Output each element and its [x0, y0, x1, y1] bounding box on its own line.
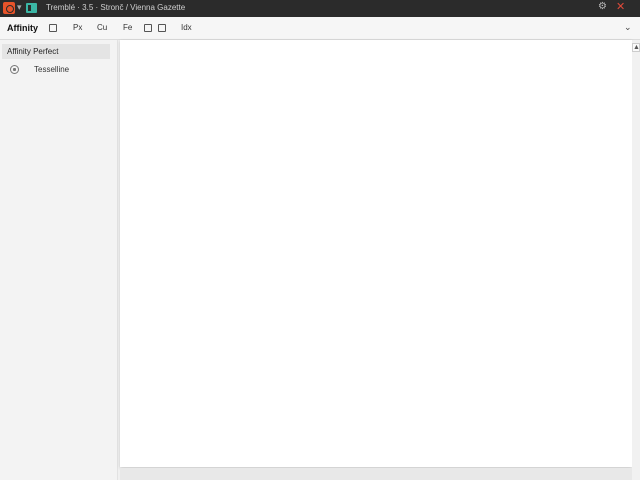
dropdown-arrow-icon[interactable]: ▾ [17, 2, 22, 13]
vertical-scrollbar[interactable]: ▲ [632, 40, 640, 480]
document-icon[interactable] [49, 24, 57, 32]
toolbar-item-idx[interactable]: Idx [181, 23, 192, 32]
status-strip [120, 468, 632, 480]
document-canvas[interactable] [120, 40, 632, 467]
document-icon [10, 65, 19, 74]
app-brand[interactable]: Affinity [7, 23, 38, 33]
toolbar-item-fe[interactable]: Fe [123, 23, 132, 32]
sidebar-header: Affinity Perfect [2, 44, 110, 59]
affinity-logo-icon[interactable] [3, 2, 15, 14]
chevron-down-icon[interactable]: ⌄ [624, 22, 632, 33]
copy-icon[interactable] [158, 24, 166, 32]
close-icon[interactable]: ✕ [616, 0, 625, 13]
studio-icon[interactable] [26, 3, 37, 13]
sidebar-item-tesselline[interactable]: Tesselline [0, 62, 116, 78]
toolbar: Affinity Px Cu Fe Idx ⌄ [0, 17, 640, 40]
frame-icon[interactable] [144, 24, 152, 32]
window-title: Tremblé · 3.5 · Stronč / Vienna Gazette [46, 3, 186, 12]
toolbar-item-cu[interactable]: Cu [97, 23, 107, 32]
gear-icon[interactable]: ⚙ [598, 1, 607, 12]
scroll-up-icon[interactable]: ▲ [632, 43, 640, 52]
toolbar-item-px[interactable]: Px [73, 23, 82, 32]
sidebar: Affinity Perfect Tesselline [0, 40, 118, 480]
sidebar-item-label: Tesselline [34, 65, 70, 74]
title-bar: ▾ Tremblé · 3.5 · Stronč / Vienna Gazett… [0, 0, 640, 17]
